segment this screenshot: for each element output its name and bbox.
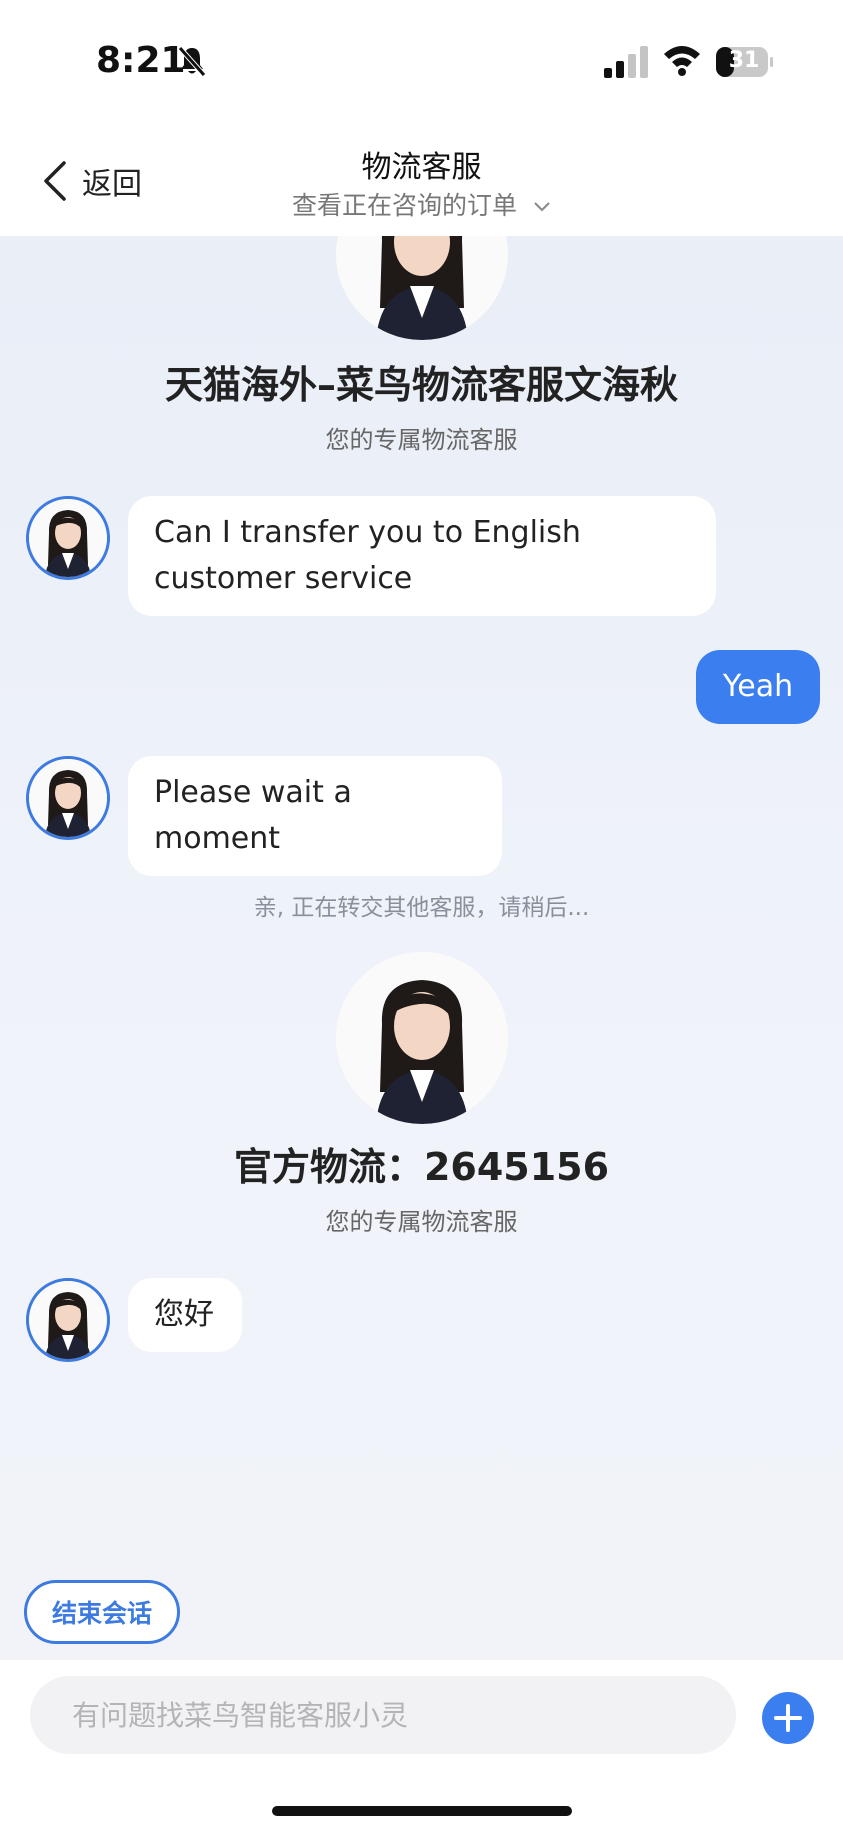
agent-avatar-large bbox=[336, 952, 508, 1124]
agent-message-bubble[interactable]: Can I transfer you to English customer s… bbox=[128, 496, 716, 616]
message-text-line: Can I transfer you to English bbox=[154, 515, 581, 550]
agent-role: 您的专属物流客服 bbox=[325, 1208, 518, 1236]
signal-icon bbox=[604, 46, 648, 78]
plus-icon bbox=[774, 1704, 802, 1732]
message-text: 您好 bbox=[154, 1297, 214, 1332]
agent-portrait-icon bbox=[29, 499, 107, 577]
agent-role: 您的专属物流客服 bbox=[325, 426, 518, 454]
battery-level: 31 bbox=[728, 48, 760, 73]
page-title: 物流客服 bbox=[361, 150, 482, 185]
agent-avatar[interactable] bbox=[26, 1278, 110, 1362]
agent-message-bubble[interactable]: 您好 bbox=[128, 1278, 242, 1352]
agent-portrait-icon bbox=[336, 952, 508, 1124]
agent-name: 官方物流：2645156 bbox=[233, 1145, 610, 1189]
status-bar: 8:21 31 bbox=[0, 0, 843, 120]
home-indicator[interactable] bbox=[272, 1806, 572, 1816]
system-note: 亲, 正在转交其他客服，请稍后... bbox=[253, 895, 590, 921]
wifi-icon bbox=[664, 46, 700, 76]
view-order-dropdown[interactable]: 查看正在咨询的订单 bbox=[0, 186, 843, 222]
chevron-down-icon bbox=[534, 202, 550, 212]
view-order-label: 查看正在咨询的订单 bbox=[292, 191, 518, 220]
message-text: Please wait a moment bbox=[154, 775, 352, 856]
agent-avatar-large bbox=[336, 236, 508, 340]
nav-bar: 返回 物流客服 查看正在咨询的订单 bbox=[0, 120, 843, 236]
message-text-line: customer service bbox=[154, 561, 413, 596]
agent-portrait-icon bbox=[29, 759, 107, 837]
agent-avatar[interactable] bbox=[26, 496, 110, 580]
agent-avatar[interactable] bbox=[26, 756, 110, 840]
message-text: Yeah bbox=[722, 669, 794, 704]
message-input[interactable] bbox=[30, 1676, 736, 1754]
add-button[interactable] bbox=[762, 1692, 814, 1744]
chat-area[interactable]: 天猫海外–菜鸟物流客服文海秋 您的专属物流客服 Can I transfer y… bbox=[0, 236, 843, 1660]
agent-name: 天猫海外–菜鸟物流客服文海秋 bbox=[164, 363, 678, 407]
input-bar bbox=[0, 1660, 843, 1835]
agent-message-bubble[interactable]: Please wait a moment bbox=[128, 756, 502, 876]
bell-muted-icon bbox=[178, 46, 206, 77]
user-message-bubble[interactable]: Yeah bbox=[696, 650, 820, 724]
agent-portrait-icon bbox=[336, 236, 508, 340]
end-session-button[interactable]: 结束会话 bbox=[24, 1580, 180, 1644]
agent-portrait-icon bbox=[29, 1281, 107, 1359]
status-time: 8:21 bbox=[96, 40, 186, 81]
